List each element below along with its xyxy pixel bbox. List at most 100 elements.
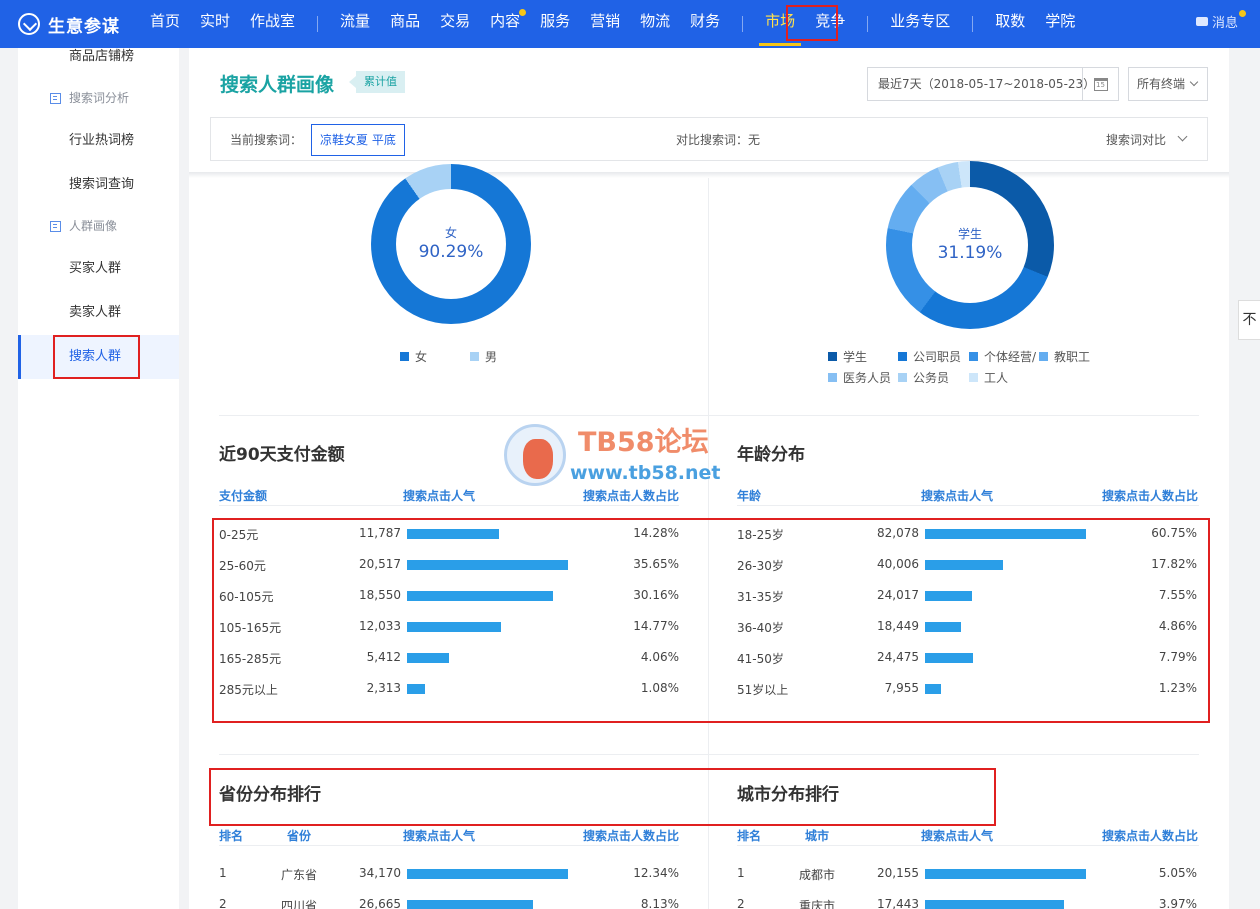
nav-finance[interactable]: 财务	[680, 0, 730, 48]
value-bar	[925, 591, 972, 601]
brand[interactable]: 生意参谋	[18, 12, 140, 37]
nav-content[interactable]: 内容	[480, 0, 530, 48]
payment-col-amount: 支付金额	[219, 489, 268, 503]
nav-separator	[867, 16, 869, 32]
value-cell: 18,449	[877, 619, 919, 633]
legend-student[interactable]: 学生	[828, 348, 867, 365]
nav-logistics[interactable]: 物流	[630, 0, 680, 48]
sidebar-group-crowd-portrait[interactable]: 人群画像	[18, 204, 179, 248]
main-panel: 搜索人群画像 累计值 最近7天（2018-05-17~2018-05-23） 1…	[189, 48, 1229, 909]
report-icon	[50, 92, 61, 104]
label-cell: 18-25岁	[737, 528, 784, 542]
sidebar-item-search-crowd[interactable]: 搜索人群	[18, 335, 179, 379]
legend-label: 医务人员	[843, 371, 892, 385]
nav-data-fetch[interactable]: 取数	[985, 0, 1035, 48]
value-bar	[407, 684, 425, 694]
nav-trade[interactable]: 交易	[430, 0, 480, 48]
legend-label: 公务员	[913, 371, 950, 385]
ratio-cell: 4.86%	[1158, 619, 1197, 633]
sidebar-group-label: 人群画像	[69, 219, 118, 233]
legend-worker[interactable]: 工人	[969, 369, 1008, 386]
legend-swatch	[898, 373, 907, 382]
sidebar-item-seller-crowd[interactable]: 卖家人群	[18, 291, 179, 335]
sidebar-item-keyword-query[interactable]: 搜索词查询	[18, 163, 179, 207]
nav-academy[interactable]: 学院	[1035, 0, 1085, 48]
ratio-cell: 35.65%	[633, 557, 679, 571]
name-cell: 成都市	[799, 868, 836, 882]
value-cell: 18,550	[359, 588, 401, 602]
value-cell: 2,313	[366, 681, 401, 695]
payment-section-title: 近90天支付金额	[219, 445, 345, 465]
nav-competition[interactable]: 竞争	[805, 0, 855, 48]
legend-civil-servant[interactable]: 公务员	[898, 369, 949, 386]
date-range-picker[interactable]: 最近7天（2018-05-17~2018-05-23） 15	[867, 67, 1119, 101]
sidebar-item-shop-rank[interactable]: 商品店铺榜	[18, 35, 179, 79]
legend-swatch	[969, 373, 978, 382]
floating-side-button[interactable]: 不	[1238, 300, 1260, 340]
value-bar	[925, 653, 973, 663]
sidebar-item-hot-words[interactable]: 行业热词榜	[18, 119, 179, 163]
top-nav: 生意参谋 首页 实时 作战室 流量 商品 交易 内容 服务 营销 物流 财务 市…	[0, 0, 1260, 48]
age-col-age: 年龄	[737, 489, 762, 503]
label-cell: 60-105元	[219, 590, 274, 604]
value-cell: 11,787	[359, 526, 401, 540]
legend-male[interactable]: 男	[470, 348, 497, 365]
calendar-day: 15	[1093, 77, 1108, 91]
value-cell: 20,155	[877, 866, 919, 880]
nav-product[interactable]: 商品	[380, 0, 430, 48]
value-bar	[407, 900, 533, 909]
compass-icon	[18, 13, 40, 35]
nav-content-label: 内容	[490, 12, 521, 30]
legend-label: 个体经营/	[984, 350, 1037, 364]
nav-realtime[interactable]: 实时	[190, 0, 240, 48]
legend-female[interactable]: 女	[400, 348, 427, 365]
sidebar-item-buyer-crowd[interactable]: 买家人群	[18, 247, 179, 291]
value-bar	[407, 653, 449, 663]
header-underline	[219, 505, 679, 506]
calendar-icon[interactable]: 15	[1082, 68, 1118, 100]
terminal-select[interactable]: 所有终端	[1128, 67, 1208, 101]
age-col-ratio: 搜索点击人数占比	[1102, 489, 1199, 503]
nav-warroom[interactable]: 作战室	[240, 0, 305, 48]
value-bar	[925, 529, 1086, 539]
gender-center-label: 女	[444, 226, 457, 240]
value-bar	[407, 529, 499, 539]
nav-market[interactable]: 市场	[755, 0, 805, 48]
nav-service[interactable]: 服务	[530, 0, 580, 48]
province-col-popularity: 搜索点击人气	[403, 829, 476, 843]
value-cell: 7,955	[884, 681, 919, 695]
brand-name: 生意参谋	[48, 16, 120, 37]
value-bar	[407, 560, 568, 570]
legend-self-employed[interactable]: 个体经营/	[969, 348, 1036, 365]
nav-traffic[interactable]: 流量	[330, 0, 380, 48]
column-divider	[708, 178, 709, 909]
label-cell: 51岁以上	[737, 683, 789, 697]
legend-label: 男	[485, 350, 498, 364]
legend-swatch	[470, 352, 479, 361]
value-cell: 17,443	[877, 897, 919, 909]
ratio-cell: 14.28%	[633, 526, 679, 540]
current-keyword-label: 当前搜索词：	[230, 133, 303, 147]
legend-teacher[interactable]: 教职工	[1039, 348, 1090, 365]
nav-business-zone[interactable]: 业务专区	[880, 0, 960, 48]
city-col-popularity: 搜索点击人气	[921, 829, 994, 843]
ratio-cell: 5.05%	[1158, 866, 1197, 880]
legend-swatch	[828, 373, 837, 382]
legend-company-staff[interactable]: 公司职员	[898, 348, 961, 365]
nav-separator	[742, 16, 744, 32]
header-shadow	[189, 172, 1229, 178]
ratio-cell: 14.77%	[633, 619, 679, 633]
message-button[interactable]: 消息	[1195, 10, 1246, 31]
legend-medical[interactable]: 医务人员	[828, 369, 891, 386]
value-bar	[925, 622, 961, 632]
occupation-center-label: 学生	[957, 227, 982, 241]
sidebar-group-keyword-analysis[interactable]: 搜索词分析	[18, 76, 179, 120]
nav-marketing[interactable]: 营销	[580, 0, 630, 48]
label-cell: 25-60元	[219, 559, 266, 573]
legend-label: 女	[415, 350, 428, 364]
legend-swatch	[898, 352, 907, 361]
keyword-compare-button[interactable]: 搜索词对比	[1106, 131, 1166, 148]
city-section-title: 城市分布排行	[737, 785, 839, 805]
current-keyword-chip[interactable]: 凉鞋女夏 平底	[311, 124, 405, 156]
rank-cell: 2	[219, 897, 227, 909]
